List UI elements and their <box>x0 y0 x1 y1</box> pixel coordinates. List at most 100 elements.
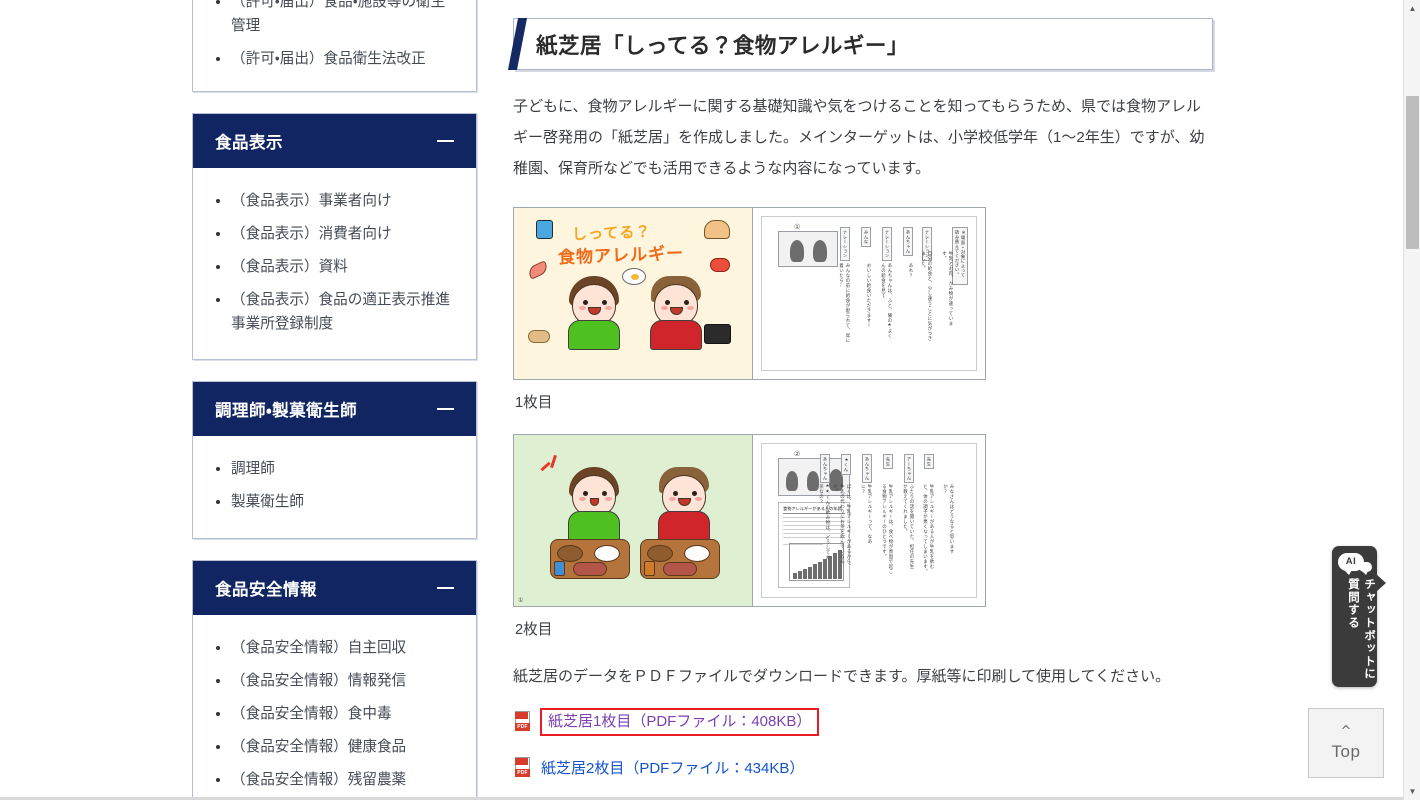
download-link-page1[interactable]: 紙芝居1枚目（PDFファイル：408KB） <box>548 713 811 730</box>
boy-eye-left <box>673 490 678 496</box>
sidebar-item-safety-news[interactable]: （食品安全情報）情報発信 <box>203 669 466 693</box>
chevron-up-icon: ^ <box>1340 723 1352 739</box>
download-item-2: PDF 紙芝居2枚目（PDFファイル：434KB） <box>513 757 1213 778</box>
title-accent-bar <box>507 18 528 70</box>
chatbot-pointer <box>1376 574 1386 592</box>
sidebar-header-cook-confectioner[interactable]: 調理師・製菓衛生師 <box>193 382 476 437</box>
sidebar-box-food-safety-info: 食品安全情報 （食品安全情報）自主回収 （食品安全情報）情報発信 （食品安全情報… <box>192 559 477 800</box>
sidebar-item-permit-hygiene[interactable]: （許可・届出）食品・施設等の衛生管理 <box>203 0 466 38</box>
bar <box>803 568 807 579</box>
chatbot-widget[interactable]: AI チャットボットに質問する <box>1332 546 1386 687</box>
minus-icon[interactable] <box>437 140 454 142</box>
download-link-page2[interactable]: 紙芝居2枚目（PDFファイル：434KB） <box>541 757 804 778</box>
script-tag-4: ナレーション <box>840 226 850 261</box>
sidebar-item-labeling-consumer[interactable]: （食品表示）消費者向け <box>203 222 466 246</box>
sidebar-box-permits: （許可・届出）食品・施設等の衛生管理 （許可・届出）食品衛生法改正 <box>192 0 477 92</box>
script-line-6: ★★くんの飲み物は、どうしてお茶なの？ <box>818 483 830 560</box>
page-title: 紙芝居「しってる？食物アレルギー」 <box>536 33 909 58</box>
script-line-0: 牛乳とお肉、かみ物が違っています。 <box>941 250 953 326</box>
boy-eye-left <box>665 299 670 305</box>
sidebar-item-safety-pesticide[interactable]: （食品安全情報）残留農薬 <box>203 768 466 792</box>
cover-title-main: 食物アレルギー <box>557 243 685 268</box>
sidebar-item-safety-healthfood[interactable]: （食品安全情報）健康食品 <box>203 735 466 759</box>
scroll-down-arrow-icon[interactable]: ▼ <box>1404 783 1420 800</box>
figure-1-caption: 1枚目 <box>515 394 553 411</box>
pdf-header-band <box>515 712 528 720</box>
sidebar-header-label: 食品安全情報 <box>215 580 317 599</box>
crab-icon <box>710 257 730 272</box>
lunch-tray-girl <box>550 538 630 579</box>
kamishibai-2-script-page: ② 食物アレルギーがある人の年齢 先生 アーちゃん 先生 あんちゃん ★くん あ… <box>752 434 985 606</box>
script-line-1: 牛乳アレルギーがある人が牛乳を飲むと、体の調子が悪くなってしまいます。 <box>922 483 934 574</box>
main-dish <box>663 561 697 576</box>
sidebar-item-confectioner[interactable]: 製菓衛生師 <box>203 490 466 514</box>
kamishibai-image-2[interactable]: ① ② 食物アレルギーがある人の年齢 先生 アーちゃん 先生 あんちゃん ★くん… <box>513 433 986 607</box>
sidebar-item-cook[interactable]: 調理師 <box>203 457 466 481</box>
script-thumbnail <box>778 230 838 267</box>
girl-cheek-left <box>579 496 586 501</box>
scroll-up-arrow-icon[interactable]: ▲ <box>1404 0 1420 17</box>
script-tag-1: アーちゃん <box>904 453 914 484</box>
girl-eye-left <box>583 490 588 496</box>
minus-icon[interactable] <box>437 586 454 589</box>
script-note: ※場面・対象によって読み替えてください。 <box>952 226 968 285</box>
pdf-label: PDF <box>515 723 530 732</box>
milk-carton <box>554 560 565 576</box>
bar <box>798 570 802 579</box>
rice-bowl <box>594 544 620 562</box>
girl-mouth <box>590 497 599 506</box>
soup-bowl <box>647 544 673 562</box>
girl-body <box>568 510 620 541</box>
sidebar-item-labeling-registration[interactable]: （食品表示）食品の適正表示推進事業所登録制度 <box>203 288 466 336</box>
script-tag-3: あんちゃん <box>862 453 872 484</box>
kamishibai-image-1[interactable]: しってる？ 食物アレルギー ① ナレーション あんちゃん ナレーション みんな … <box>513 206 986 380</box>
sidebar-item-permit-lawrevision[interactable]: （許可・届出）食品衛生法改正 <box>203 47 466 71</box>
bar <box>808 566 812 579</box>
chatbot-label: チャットボットに質問する <box>1347 578 1375 681</box>
figure-2-caption: 2枚目 <box>515 621 553 638</box>
scroll-to-top-button[interactable]: ^ Top <box>1308 708 1384 778</box>
sidebar-box-food-labeling: 食品表示 （食品表示）事業者向け （食品表示）消費者向け （食品表示）資料 （食… <box>192 113 477 361</box>
sidebar-list-food-safety-info: （食品安全情報）自主回収 （食品安全情報）情報発信 （食品安全情報）食中毒 （食… <box>203 636 466 792</box>
shrimp-icon <box>526 260 550 280</box>
surprise-mark-icon-2 <box>540 461 551 471</box>
thumb-figure-1 <box>786 470 798 491</box>
boy-cheek-right <box>695 496 702 501</box>
sidebar-item-labeling-business[interactable]: （食品表示）事業者向け <box>203 189 466 213</box>
kamishibai-1-cover-art: しってる？ 食物アレルギー <box>514 207 752 379</box>
script-panel: ② 食物アレルギーがある人の年齢 先生 アーちゃん 先生 あんちゃん ★くん あ… <box>761 442 977 598</box>
peanut-icon <box>528 329 550 343</box>
thumb-figure-1 <box>790 239 804 262</box>
script-line-4: 牛乳アレルギーって、なあに？ <box>860 483 872 544</box>
sidebar-item-safety-foodpoisoning[interactable]: （食品安全情報）食中毒 <box>203 702 466 726</box>
script-line-5: ぼくは、牛乳アレルギーがあるから、牛乳の代わりにお茶を飲んでいるんだ。 <box>832 483 851 569</box>
girl-eye-right <box>602 490 607 496</box>
pdf-header-band <box>515 758 528 766</box>
milk-carton-icon <box>536 219 553 239</box>
page-root: （許可・届出）食品・施設等の衛生管理 （許可・届出）食品衛生法改正 食品表示 （… <box>0 0 1420 800</box>
script-tag-2: ナレーション <box>882 226 892 261</box>
sidebar-item-safety-recall[interactable]: （食品安全情報）自主回収 <box>203 636 466 660</box>
sidebar: （許可・届出）食品・施設等の衛生管理 （許可・届出）食品衛生法改正 食品表示 （… <box>192 0 477 800</box>
girl-cheek-right <box>605 496 612 501</box>
boy-body <box>658 510 710 541</box>
scrollbar-thumb[interactable] <box>1406 96 1419 249</box>
minus-icon[interactable] <box>437 408 454 411</box>
sidebar-box-cook-confectioner: 調理師・製菓衛生師 調理師 製菓衛生師 <box>192 381 477 539</box>
sidebar-header-food-labeling[interactable]: 食品表示 <box>193 114 476 168</box>
script-tag-4: ★くん <box>841 453 851 475</box>
sidebar-item-labeling-materials[interactable]: （食品表示）資料 <box>203 255 466 279</box>
surprise-mark-icon <box>550 454 557 468</box>
download-list: PDF 紙芝居1枚目（PDFファイル：408KB） PDF 紙芝居2枚目（PDF… <box>513 707 1213 779</box>
lead-paragraph: 子どもに、食物アレルギーに関する基礎知識や気をつけることを知ってもらうため、県で… <box>513 98 1205 177</box>
rice-bowl <box>684 544 710 562</box>
script-line-0: みなさんはどうなると思いますか？ <box>942 483 954 554</box>
soup-bowl <box>557 544 583 562</box>
boy-eye-right <box>684 299 689 305</box>
script-line-1: 自分の給食と、少し違うことに気がつきました。 <box>920 250 932 341</box>
vertical-scrollbar[interactable]: ▲ ▼ <box>1403 0 1420 800</box>
sidebar-header-food-safety-info[interactable]: 食品安全情報 <box>193 560 476 615</box>
script-line-2: あれ？ <box>908 262 913 278</box>
lunch-tray-boy <box>640 538 720 579</box>
slide-number: ② <box>794 450 801 458</box>
